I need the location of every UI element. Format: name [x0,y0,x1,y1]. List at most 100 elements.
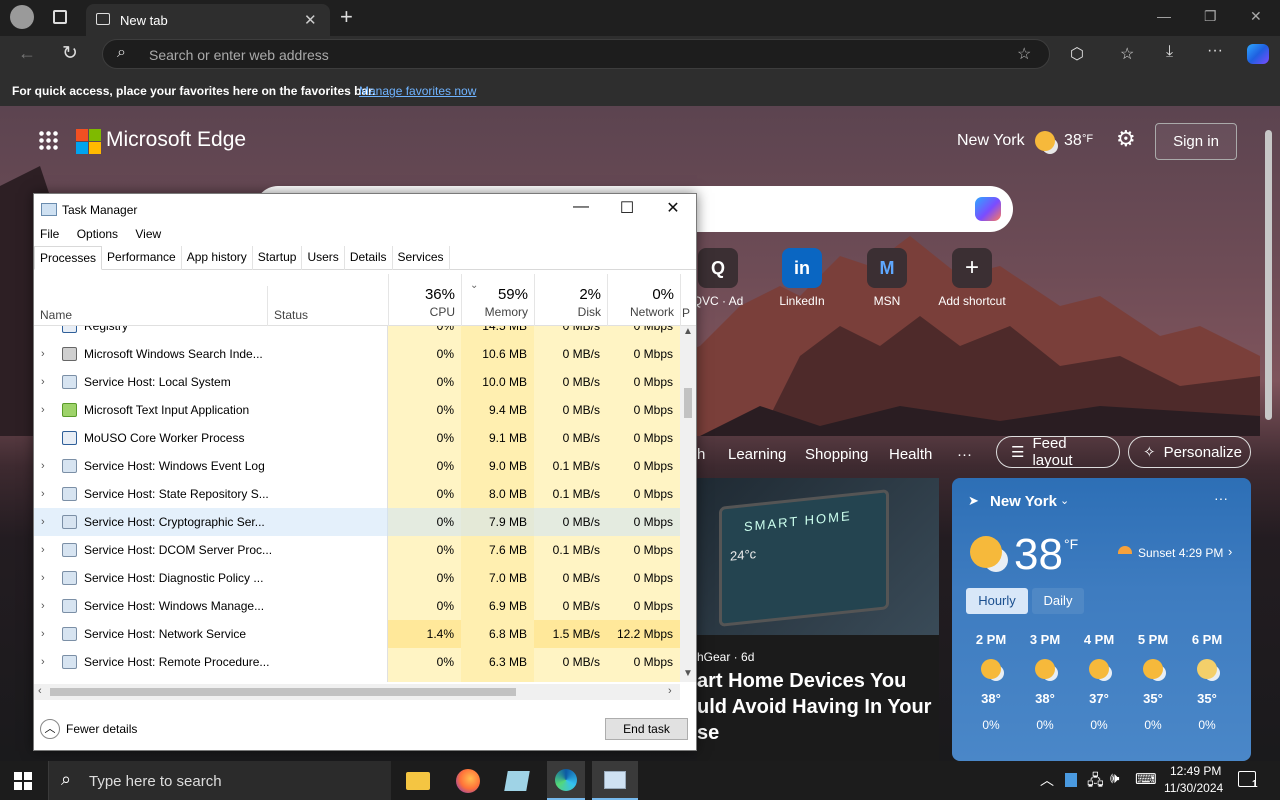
table-row[interactable]: › Service Host: DCOM Server Proc... 0% 7.6 … [34,536,680,564]
restore-icon[interactable]: ❐ [1204,8,1217,25]
nav-shopping[interactable]: Shopping [805,446,868,463]
expand-chevron-icon[interactable]: › [41,536,45,564]
sign-in-button[interactable]: Sign in [1155,123,1237,160]
extensions-icon[interactable]: ⬡ [1070,44,1084,64]
table-row[interactable]: › Service Host: Network Service 1.4% 6.8 MB… [34,620,680,648]
start-button[interactable] [14,772,32,790]
news-headline-line1[interactable]: art Home Devices You [697,670,906,693]
close-tab-icon[interactable]: ✕ [304,11,317,29]
firefox-icon[interactable] [456,769,480,793]
weather-card-city[interactable]: New York [990,493,1057,510]
col-header-memory[interactable]: ⌄ 59% Memory [461,274,534,326]
page-scrollbar[interactable] [1262,106,1276,761]
tab-services[interactable]: Services [393,246,450,270]
close-window-icon[interactable]: ✕ [1250,8,1262,25]
horizontal-scrollbar[interactable]: ‹ › [34,684,680,700]
refresh-icon[interactable]: ↻ [62,42,78,65]
tab-hourly[interactable]: Hourly [966,588,1028,614]
nav-health[interactable]: Health [889,446,932,463]
keyboard-icon[interactable]: ⌨ [1135,770,1157,788]
table-row[interactable]: › Service Host: Local System 0% 10.0 MB 0 MB… [34,368,680,396]
fewer-details-button[interactable]: ︿ Fewer details [40,718,137,740]
nav-learning[interactable]: Learning [728,446,786,463]
vertical-scrollbar[interactable]: ▲ ▼ [680,326,696,682]
expand-chevron-icon[interactable]: › [41,452,45,480]
favorite-star-icon[interactable]: ☆ [1017,44,1031,64]
col-header-status[interactable]: Status [274,308,308,322]
chevron-right-icon[interactable]: › [1228,544,1232,559]
weather-card[interactable]: ➤ New York ⌄ ··· 38 °F Sunset 4:29 PM › … [952,478,1251,761]
table-row[interactable]: MoUSO Core Worker Process 0% 9.1 MB 0 MB/s 0… [34,424,680,452]
tab-performance[interactable]: Performance [102,246,182,270]
horizontal-scroll-thumb[interactable] [50,688,516,696]
expand-chevron-icon[interactable]: › [41,368,45,396]
tm-maximize-icon[interactable]: ☐ [604,198,650,220]
page-scrollbar-thumb[interactable] [1265,130,1272,420]
menu-options[interactable]: Options [77,227,118,241]
tray-app-icon[interactable] [1065,773,1077,787]
expand-chevron-icon[interactable]: › [41,648,45,676]
scroll-right-icon[interactable]: › [668,685,672,697]
settings-gear-icon[interactable]: ⚙ [1116,126,1136,152]
copilot-icon[interactable] [1247,44,1269,64]
card-more-icon[interactable]: ··· [1214,490,1228,506]
scroll-up-icon[interactable]: ▲ [683,326,693,337]
expand-chevron-icon[interactable]: › [41,564,45,592]
new-tab-icon[interactable]: + [340,4,353,30]
scroll-down-icon[interactable]: ▼ [683,668,693,679]
news-headline-line2[interactable]: uld Avoid Having In Your [697,696,931,719]
table-row[interactable]: › Service Host: Windows Event Log 0% 9.0 MB… [34,452,680,480]
tab-processes[interactable]: Processes [34,246,103,270]
app-icon[interactable] [504,771,530,791]
tab-users[interactable]: Users [302,246,345,270]
col-header-disk[interactable]: 2% Disk [534,274,607,326]
news-headline-line3[interactable]: se [697,722,719,745]
expand-chevron-icon[interactable]: › [41,480,45,508]
feed-layout-button[interactable]: ☰ Feed layout [996,435,1120,469]
col-header-network[interactable]: 0% Network [607,274,680,326]
personalize-button[interactable]: ✧ Personalize [1128,436,1251,468]
downloads-icon[interactable]: ⤓ [1166,43,1173,61]
weather-city[interactable]: New York [957,132,1025,150]
table-row[interactable]: › Service Host: Diagnostic Policy ... 0% 7.… [34,564,680,592]
tm-minimize-icon[interactable]: — [558,198,604,220]
minimize-icon[interactable]: — [1157,8,1171,24]
task-manager-titlebar[interactable]: Task Manager — ☐ ✕ [34,194,696,224]
vertical-scroll-thumb[interactable] [684,388,692,418]
expand-chevron-icon[interactable]: › [41,592,45,620]
table-row[interactable]: › Microsoft Windows Search Inde... 0% 10.6 … [34,340,680,368]
shortcut-msn[interactable]: M MSN [847,248,927,308]
tm-close-icon[interactable]: ✕ [650,198,696,220]
chevron-down-icon[interactable]: ⌄ [1060,494,1069,507]
tab-actions-icon[interactable] [53,10,67,24]
table-row[interactable]: › Service Host: Remote Procedure... 0% 6.3 … [34,648,680,676]
shortcut-linkedin[interactable]: in LinkedIn [762,248,842,308]
favorites-icon[interactable]: ☆ [1120,44,1134,64]
col-header-cpu[interactable]: 36% CPU [388,274,461,326]
manage-favorites-link[interactable]: Manage favorites now [359,84,476,98]
clock-time[interactable]: 12:49 PM [1170,764,1221,778]
menu-file[interactable]: File [40,227,59,241]
back-icon[interactable]: ← [18,43,36,64]
expand-chevron-icon[interactable]: › [41,508,45,536]
table-row[interactable]: › Microsoft Text Input Application 0% 9.4 M… [34,396,680,424]
nav-partial[interactable]: h [697,446,705,463]
expand-chevron-icon[interactable]: › [41,340,45,368]
tab-details[interactable]: Details [345,246,393,270]
tab-daily[interactable]: Daily [1032,588,1084,614]
apps-grid-icon[interactable] [38,130,58,150]
tab-app-history[interactable]: App history [182,246,253,270]
table-row[interactable]: › Service Host: Windows Manage... 0% 6.9 MB… [34,592,680,620]
copilot-search-icon[interactable] [975,197,1001,221]
clock-date[interactable]: 11/30/2024 [1164,781,1223,795]
network-icon[interactable]: 🖧 [1087,770,1104,795]
profile-avatar[interactable] [10,5,34,29]
table-row[interactable]: Registry 0% 14.5 MB 0 MB/s 0 Mbps [34,326,680,340]
show-hidden-icons[interactable]: ︿ [1040,770,1054,790]
more-options-icon[interactable]: ··· [1207,42,1223,60]
scroll-left-icon[interactable]: ‹ [38,685,42,697]
volume-icon[interactable]: 🕪 [1110,770,1119,787]
address-bar[interactable]: ⌕ Search or enter web address ☆ [102,39,1050,69]
menu-view[interactable]: View [135,227,161,241]
col-header-name[interactable]: Name [40,308,72,322]
